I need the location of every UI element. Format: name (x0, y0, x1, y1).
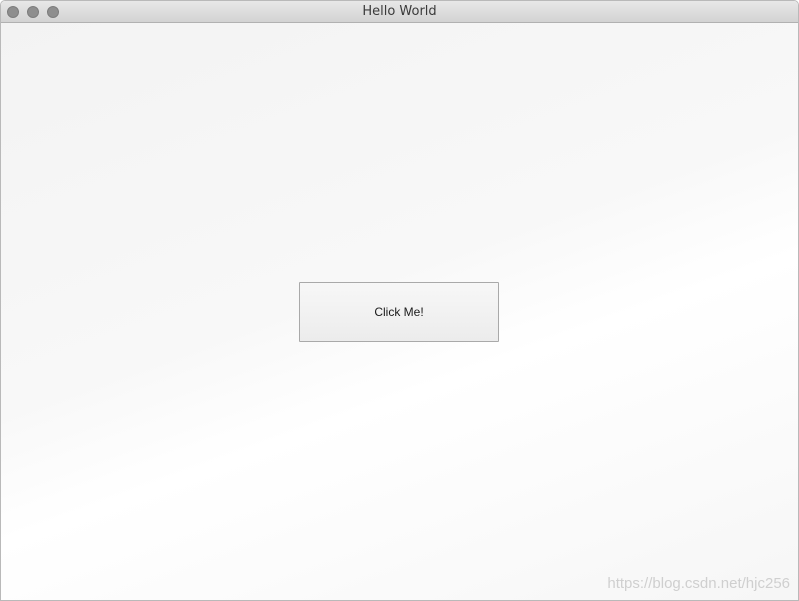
window-content: Click Me! (1, 23, 798, 600)
app-window: Hello World Click Me! (0, 0, 799, 601)
title-bar[interactable]: Hello World (1, 1, 798, 23)
click-me-button[interactable]: Click Me! (299, 282, 499, 342)
window-title: Hello World (362, 4, 437, 19)
watermark-text: https://blog.csdn.net/hjc256 (607, 575, 790, 592)
